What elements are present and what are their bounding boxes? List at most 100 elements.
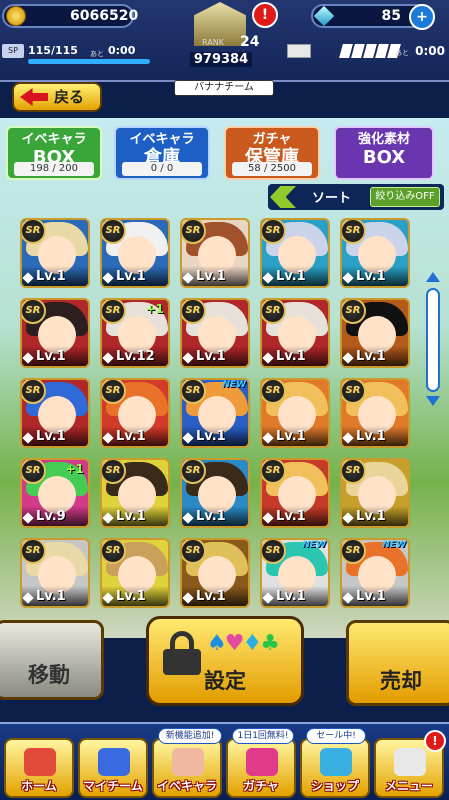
character-card[interactable]: SR Lv.1 NEW <box>260 538 330 608</box>
menu-alert-badge-icon: ! <box>424 730 446 752</box>
team-score: 979384 <box>190 52 252 67</box>
nav-gacha[interactable]: ガチャ <box>226 738 296 798</box>
rarity-badge-icon: SR <box>182 540 206 564</box>
rarity-badge-icon: SR <box>342 460 366 484</box>
character-card[interactable]: SR Lv.1 <box>20 298 90 368</box>
nav-shop[interactable]: ショップ <box>300 738 370 798</box>
free-daily-tag: 1日1回無料! <box>232 728 294 744</box>
character-card[interactable]: SR Lv.1 <box>340 298 410 368</box>
tab-gacha-vault[interactable]: ガチャ 保管庫 58 / 2500 <box>224 126 320 180</box>
nav-label: ガチャ <box>243 779 279 793</box>
character-card[interactable]: SR Lv.1 <box>20 538 90 608</box>
nav-label: メニュー <box>384 779 433 793</box>
character-card[interactable]: SR Lv.1 <box>260 218 330 288</box>
coin-counter: 6066520 <box>2 4 138 28</box>
add-gem-button[interactable]: + <box>409 4 435 30</box>
nav-label: ショップ <box>310 779 359 793</box>
character-card[interactable]: SR Lv.1 <box>180 538 250 608</box>
character-card[interactable]: SR Lv.1 <box>180 298 250 368</box>
lock-settings-button[interactable]: ♠♥♦♣ 設定 <box>146 616 304 706</box>
rarity-badge-icon: SR <box>102 380 126 404</box>
new-badge: NEW <box>222 380 246 390</box>
character-card[interactable]: SR Lv.1 <box>100 218 170 288</box>
character-icon <box>172 748 204 776</box>
tab-label-2: BOX <box>362 147 406 168</box>
alert-badge-icon[interactable]: ! <box>252 2 278 28</box>
sp-bar <box>28 59 150 64</box>
character-card[interactable]: SR Lv.1 <box>100 378 170 448</box>
character-card[interactable]: SR Lv.1 <box>20 218 90 288</box>
character-card[interactable]: SR Lv.1 <box>20 378 90 448</box>
character-card[interactable]: SR Lv.1 <box>260 378 330 448</box>
sell-button[interactable]: 売却 <box>346 620 449 706</box>
back-label: 戻る <box>54 88 85 106</box>
move-button[interactable]: 移動 <box>0 620 104 700</box>
character-card[interactable]: SR Lv.1 <box>100 538 170 608</box>
home-icon <box>24 748 56 776</box>
nav-my-team[interactable]: マイチーム <box>78 738 148 798</box>
filter-toggle[interactable]: 絞り込みOFF <box>370 187 440 207</box>
rarity-badge-icon: SR <box>182 300 206 324</box>
rarity-badge-icon: SR <box>22 220 46 244</box>
rarity-badge-icon: SR <box>342 380 366 404</box>
card-suits-icon: ♠♥♦♣ <box>207 631 280 656</box>
plus-badge: +1 <box>145 302 164 316</box>
nav-label: マイチーム <box>83 779 143 793</box>
character-card[interactable]: SR Lv.1 <box>340 378 410 448</box>
rarity-badge-icon: SR <box>102 460 126 484</box>
rarity-badge-icon: SR <box>182 380 206 404</box>
scrollbar[interactable] <box>426 288 440 392</box>
plus-badge: +1 <box>65 462 84 476</box>
sp-label: SP <box>2 44 24 58</box>
character-card[interactable]: SR Lv.1 <box>340 218 410 288</box>
character-card[interactable]: SR Lv.1 <box>340 458 410 528</box>
tab-count: 198 / 200 <box>14 162 94 176</box>
tab-material-box[interactable]: 強化素材 BOX <box>334 126 434 180</box>
ticket-icon <box>287 44 311 58</box>
character-grid: SR Lv.1 SR Lv.1 SR Lv.1 SR Lv.1 SR Lv.1 SR Lv.1 SR Lv… <box>20 218 420 626</box>
new-badge: NEW <box>382 540 406 550</box>
rank-value: 24 <box>240 34 260 50</box>
coin-icon <box>6 6 26 26</box>
rarity-badge-icon: SR <box>22 300 46 324</box>
energy-bars <box>339 44 401 58</box>
team-name: バナナチーム <box>174 80 274 96</box>
character-card[interactable]: SR Lv.1 <box>180 458 250 528</box>
tab-event-storage[interactable]: イベキャラ 倉庫 0 / 0 <box>114 126 210 180</box>
gem-counter[interactable]: 85 + <box>311 4 435 30</box>
menu-icon <box>394 748 426 776</box>
rarity-badge-icon: SR <box>102 300 126 324</box>
tab-label-1: イベキャラ <box>21 132 87 147</box>
sort-button[interactable]: ソート <box>312 187 351 206</box>
arrow-left-icon <box>20 88 48 106</box>
collapse-arrow-icon[interactable] <box>270 186 296 208</box>
rarity-badge-icon: SR <box>342 220 366 244</box>
sp-meter: SP 115/115 あと 0:00 <box>2 44 154 64</box>
new-feature-tag: 新機能追加! <box>158 728 222 744</box>
rarity-badge-icon: SR <box>262 220 286 244</box>
sp-timer: 0:00 <box>108 44 136 57</box>
character-card[interactable]: SR Lv.1 NEW <box>180 378 250 448</box>
character-card[interactable]: SR Lv.1 <box>260 458 330 528</box>
character-card[interactable]: SR Lv.1 <box>100 458 170 528</box>
move-label: 移動 <box>28 663 70 687</box>
coin-value: 6066520 <box>70 8 139 24</box>
back-button[interactable]: 戻る <box>12 82 102 112</box>
rarity-badge-icon: SR <box>22 540 46 564</box>
gacha-icon <box>246 748 278 776</box>
sell-label: 売却 <box>380 669 422 693</box>
character-card[interactable]: SR Lv.9 +1 <box>20 458 90 528</box>
nav-event-chara[interactable]: イベキャラ <box>152 738 222 798</box>
nav-label: イベキャラ <box>156 779 217 793</box>
character-card[interactable]: SR Lv.1 NEW <box>340 538 410 608</box>
nav-label: ホーム <box>21 779 57 793</box>
character-card[interactable]: SR Lv.1 <box>180 218 250 288</box>
character-card[interactable]: SR Lv.12 +1 <box>100 298 170 368</box>
sp-value: 115/115 <box>28 44 78 57</box>
tab-event-box[interactable]: イベキャラ BOX 198 / 200 <box>6 126 102 180</box>
sale-tag: セール中! <box>306 728 366 744</box>
character-card[interactable]: SR Lv.1 <box>260 298 330 368</box>
tab-label-1: イベキャラ <box>129 132 195 147</box>
rarity-badge-icon: SR <box>342 540 366 564</box>
nav-home[interactable]: ホーム <box>4 738 74 798</box>
